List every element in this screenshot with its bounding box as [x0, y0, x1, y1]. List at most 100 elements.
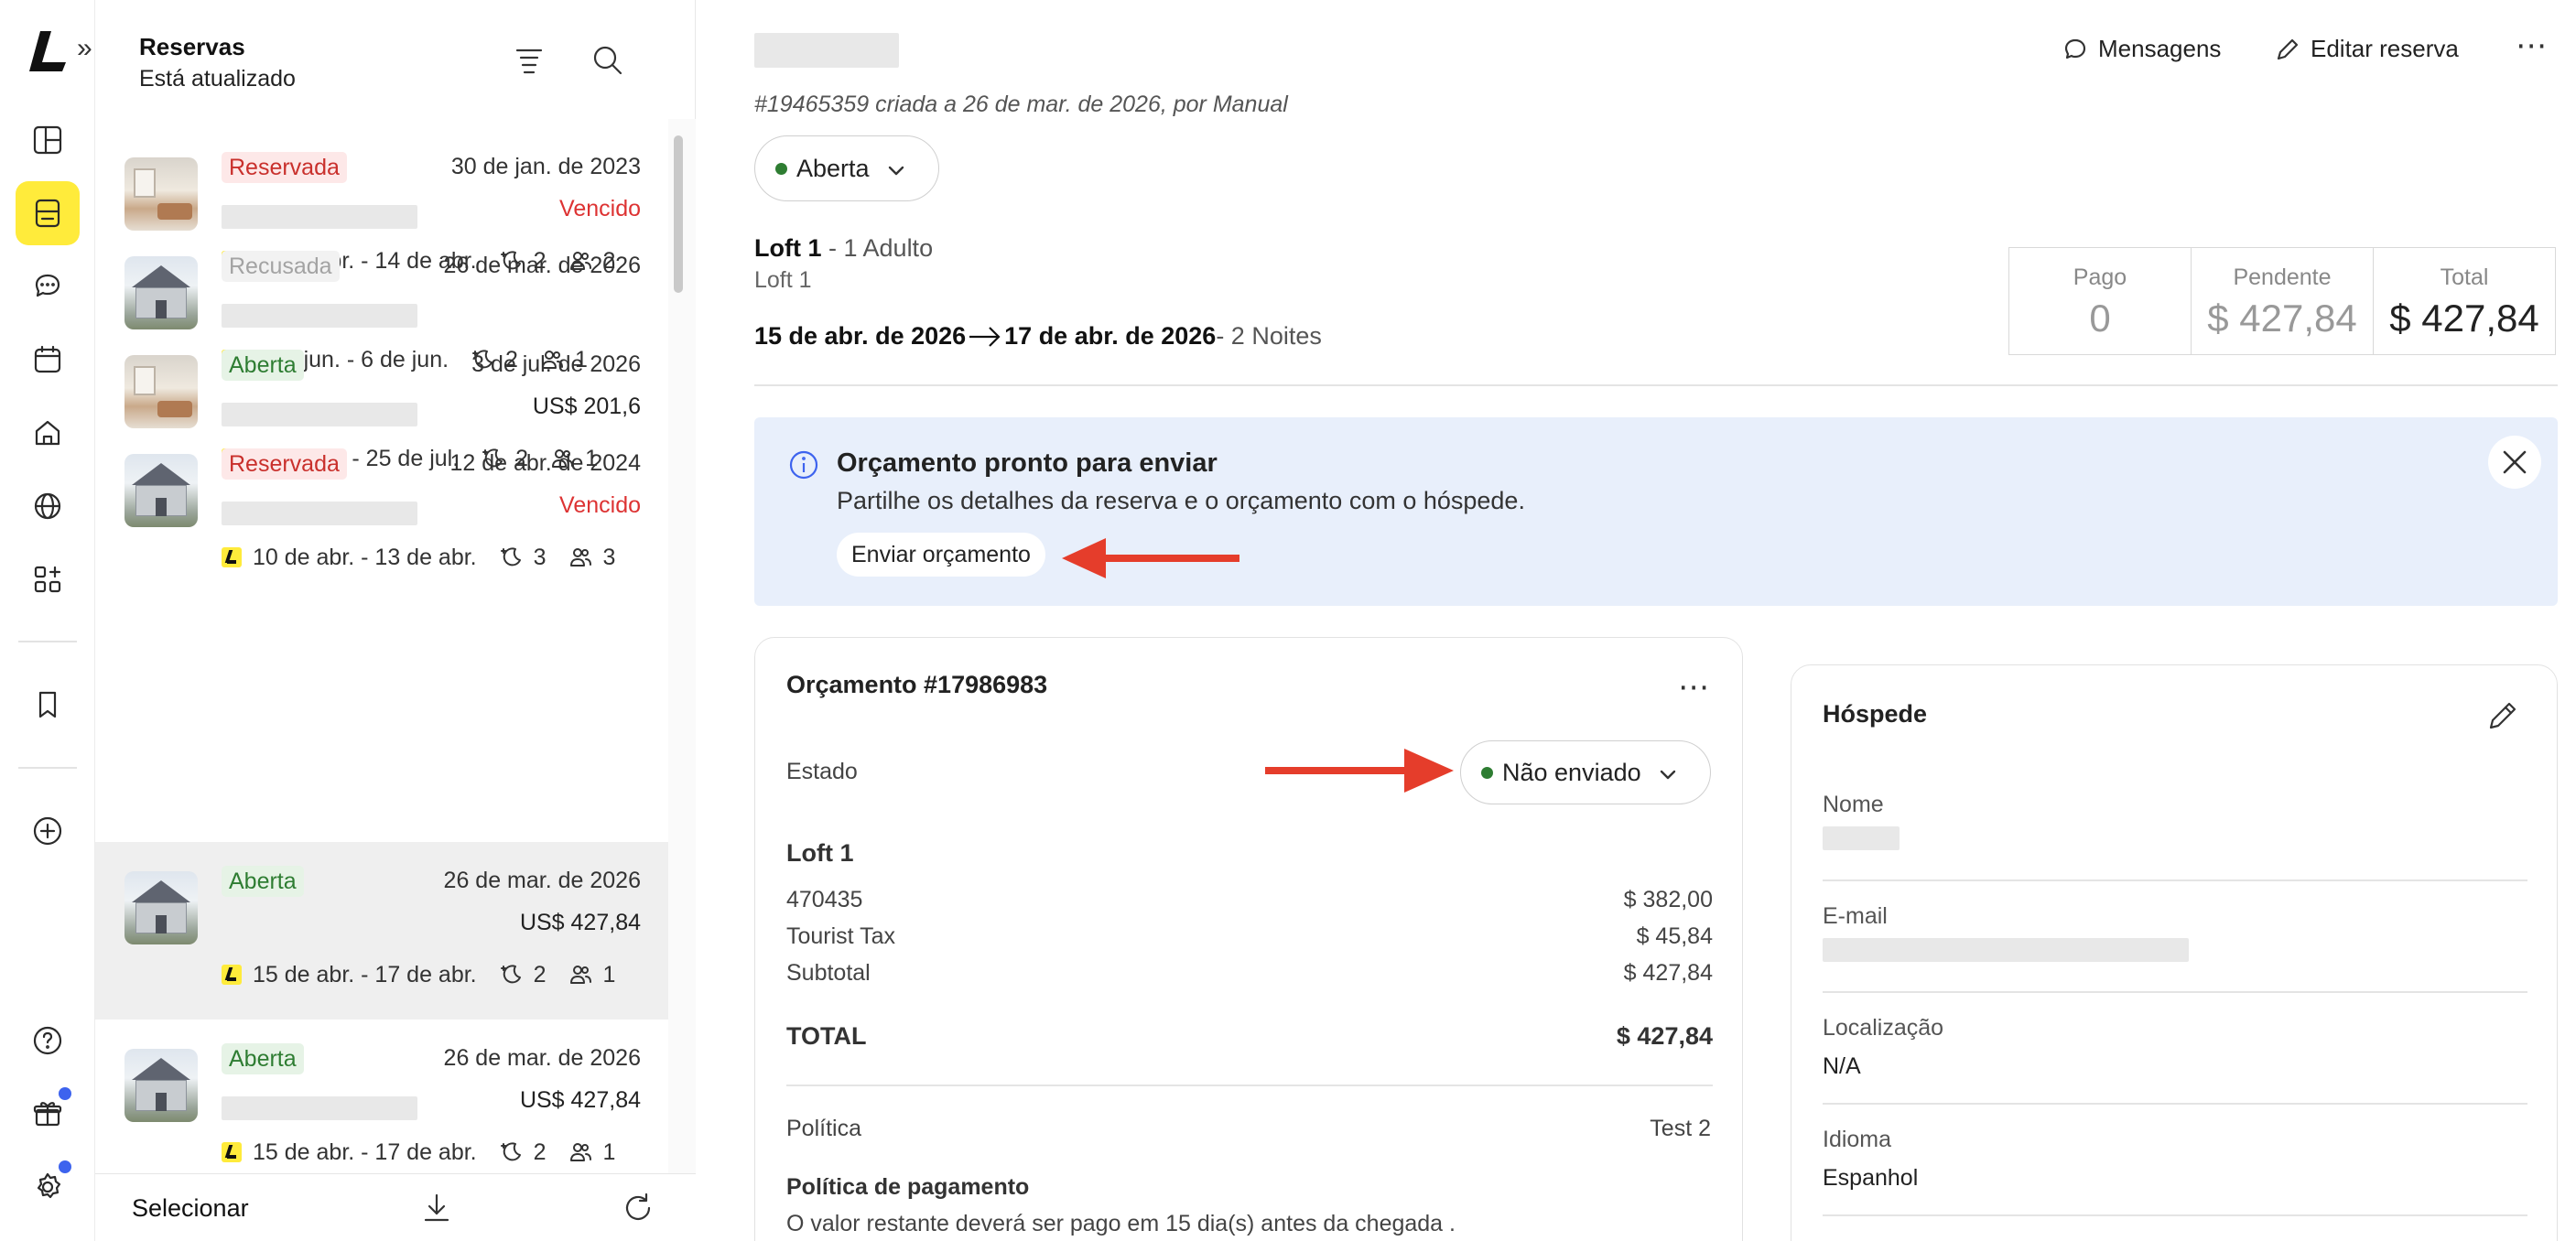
property-thumbnail — [124, 157, 198, 231]
quote-room-name: Loft 1 — [786, 839, 854, 867]
reservation-subtitle: #19465359 criada a 26 de mar. de 2026, p… — [754, 92, 1288, 117]
quote-ready-banner: Orçamento pronto para enviar Partilhe os… — [754, 417, 2558, 606]
reservation-meta: 15 de abr. - 17 de abr. 2 1 — [222, 1137, 615, 1168]
status-badge: Aberta — [222, 866, 304, 897]
filter-icon[interactable] — [507, 38, 551, 82]
app-logo[interactable] — [26, 27, 70, 73]
stay-dates: 15 de abr. - 17 de abr. — [253, 1138, 477, 1165]
add-icon[interactable] — [16, 799, 80, 863]
paid-value: 0 — [2089, 297, 2111, 340]
policy-value: Test 2 — [1650, 1116, 1711, 1141]
payment-summary: Pago 0 Pendente $ 427,84 Total $ 427,84 — [2008, 247, 2556, 355]
quote-total-label: TOTAL — [786, 1022, 867, 1050]
quote-line-label: 470435 — [786, 887, 863, 912]
help-icon[interactable] — [16, 1009, 80, 1073]
guest-name-redacted — [222, 304, 417, 328]
apps-icon[interactable] — [16, 547, 80, 611]
chevron-down-icon — [1658, 762, 1678, 782]
pending-value: $ 427,84 — [2207, 297, 2357, 340]
dashboard-icon[interactable] — [16, 108, 80, 172]
pending-label: Pendente — [2233, 264, 2332, 290]
send-quote-button[interactable]: Enviar orçamento — [837, 533, 1045, 577]
expand-icon[interactable]: » — [77, 33, 92, 64]
list-item-selected[interactable]: Aberta 26 de mar. de 2026 US$ 427,84 15 … — [95, 842, 668, 1020]
select-button[interactable]: Selecionar — [132, 1194, 249, 1223]
stay-dates: 15 de abr. - 17 de abr. — [253, 961, 477, 987]
close-icon — [2503, 450, 2527, 474]
total-label: Total — [2440, 264, 2489, 290]
list-item[interactable]: Aberta 26 de mar. de 2026 US$ 427,84 15 … — [95, 1020, 668, 1173]
more-options-icon[interactable]: ⋯ — [2516, 27, 2549, 64]
nights-count: 3 — [533, 544, 547, 570]
reservation-date: 12 de abr. de 2024 — [449, 450, 641, 476]
reservation-status-dropdown[interactable]: Aberta — [754, 135, 939, 201]
room-subtitle: Loft 1 — [754, 267, 812, 293]
property-thumbnail — [124, 454, 198, 527]
quote-total-value: $ 427,84 — [1616, 1022, 1713, 1050]
bookmark-icon[interactable] — [16, 673, 80, 737]
home-icon[interactable] — [16, 401, 80, 465]
status-badge: Aberta — [222, 350, 304, 381]
reservations-list-panel: Reservas Está atualizado Reservada 30 de… — [95, 0, 696, 1241]
quote-line-value: $ 382,00 — [1623, 887, 1713, 912]
gift-notification-dot — [59, 1087, 71, 1100]
guest-divider — [1823, 991, 2527, 993]
quote-line: Subtotal $ 427,84 — [786, 960, 1713, 987]
pending-cell: Pendente $ 427,84 — [2192, 248, 2374, 354]
quote-more-icon[interactable]: ⋯ — [1678, 669, 1711, 706]
guests-count: 3 — [602, 544, 616, 570]
paid-cell: Pago 0 — [2009, 248, 2192, 354]
refresh-icon[interactable] — [621, 1191, 657, 1227]
banner-description: Partilhe os detalhes da reserva e o orça… — [837, 487, 1525, 514]
globe-icon[interactable] — [16, 474, 80, 538]
icon-rail: » — [0, 0, 95, 1241]
moon-icon — [499, 1140, 523, 1164]
messages-button[interactable]: Mensagens — [2062, 35, 2221, 63]
nights-count: 2 — [533, 1138, 547, 1165]
channel-logo-icon — [222, 1142, 242, 1162]
policy-label: Política — [786, 1116, 861, 1141]
reservations-icon[interactable] — [16, 181, 80, 245]
quote-status-dropdown[interactable]: Não enviado — [1460, 740, 1711, 804]
payment-policy-description: O valor restante deverá ser pago em 15 d… — [786, 1211, 1456, 1236]
quote-line-label: Tourist Tax — [786, 923, 896, 949]
guest-name-redacted — [222, 502, 417, 525]
reservation-date: 26 de mar. de 2026 — [443, 868, 641, 893]
guest-location-value: N/A — [1823, 1053, 1861, 1079]
property-thumbnail — [124, 871, 198, 944]
guest-language-value: Espanhol — [1823, 1165, 1919, 1191]
annotation-arrow-left — [1062, 538, 1239, 578]
stay-dates: 10 de abr. - 13 de abr. — [253, 544, 477, 570]
quote-total-row: TOTAL $ 427,84 — [786, 1022, 1713, 1051]
room-guests: - 1 Adulto — [821, 234, 934, 262]
guest-location-label: Localização — [1823, 1015, 1944, 1041]
list-footer: Selecionar — [95, 1173, 696, 1241]
chevron-down-icon — [886, 158, 906, 178]
calendar-icon[interactable] — [16, 328, 80, 392]
channel-logo-icon — [222, 965, 242, 985]
search-icon[interactable] — [586, 38, 630, 82]
list-scrollbar[interactable] — [674, 135, 683, 293]
quote-line-value: $ 45,84 — [1636, 923, 1713, 949]
close-banner-button[interactable] — [2488, 436, 2541, 489]
list-item[interactable]: Reservada 12 de abr. de 2024 Vencido 10 … — [95, 425, 668, 602]
reservation-detail: Mensagens Editar reserva ⋯ #19465359 cri… — [696, 0, 2576, 1241]
status-badge: Reservada — [222, 152, 347, 183]
reservation-amount: US$ 427,84 — [519, 910, 641, 935]
section-divider — [754, 384, 2558, 386]
messages-icon[interactable] — [16, 254, 80, 318]
guest-language-label: Idioma — [1823, 1127, 1892, 1152]
check-in-date: 15 de abr. de 2026 — [754, 322, 967, 350]
edit-guest-icon[interactable] — [2485, 698, 2522, 735]
rail-divider — [18, 641, 77, 642]
guests-icon — [568, 1140, 592, 1164]
guest-name-redacted — [222, 205, 417, 229]
status-badge: Recusada — [222, 251, 340, 282]
property-thumbnail — [124, 256, 198, 329]
guest-card-title: Hóspede — [1823, 700, 1928, 728]
edit-reservation-button[interactable]: Editar reserva — [2274, 35, 2459, 63]
messages-icon — [2064, 38, 2086, 59]
rail-divider — [18, 767, 77, 769]
download-icon[interactable] — [419, 1191, 456, 1227]
reservation-date: 3 de jul. de 2026 — [471, 351, 641, 377]
